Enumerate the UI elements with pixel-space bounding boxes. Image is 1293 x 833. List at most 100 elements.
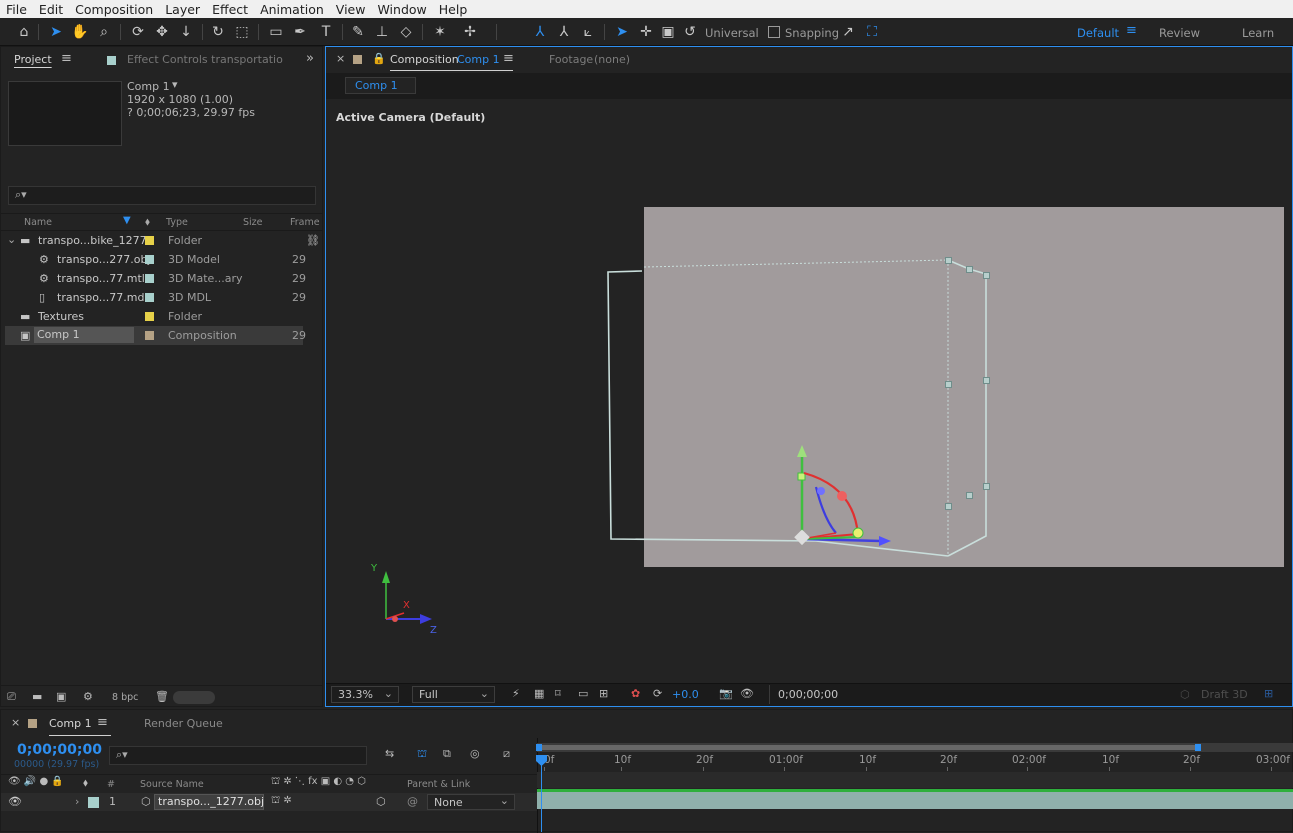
av-features-icons[interactable]: 👁 🔊 ● 🔒 — [8, 776, 64, 787]
comp-panel-menu-icon[interactable]: ≡ — [503, 51, 514, 66]
graph-editor-icon[interactable]: ⧄ — [503, 747, 510, 761]
panel-menu-icon[interactable]: ≡ — [61, 51, 72, 66]
timeline-search-input[interactable]: ⌕▾ — [109, 746, 367, 765]
project-item[interactable]: ⚙ transpo...277.obj 3D Model 29 — [5, 250, 306, 269]
layer-expand-icon[interactable]: › — [75, 795, 79, 808]
workspace-menu-icon[interactable]: ≡ — [1126, 23, 1137, 38]
brush-tool-icon[interactable]: ✎ — [348, 22, 368, 42]
pan-camera-icon[interactable]: ✥ — [152, 22, 172, 42]
tab-footage[interactable]: Footage — [549, 53, 593, 66]
project-item[interactable]: › ▬ Textures Folder — [5, 307, 303, 326]
puppet-tool-icon[interactable]: ✢ — [460, 22, 480, 42]
hand-tool-icon[interactable]: ✋ — [70, 22, 90, 42]
snapping-label[interactable]: Snapping — [785, 26, 839, 40]
label-swatch[interactable] — [145, 312, 154, 321]
label-swatch[interactable] — [145, 331, 154, 340]
work-area-range[interactable] — [540, 745, 1198, 750]
label-column-icon[interactable]: ⬧ — [145, 215, 150, 229]
work-area-end-handle[interactable] — [1195, 744, 1201, 751]
view-axis-icon[interactable]: ⟀ — [578, 22, 598, 42]
project-search-input[interactable]: ⌕▾ — [8, 186, 316, 205]
layer-visibility-icon[interactable]: 👁 — [8, 795, 22, 808]
new-folder-icon[interactable]: ▬ — [32, 690, 42, 703]
new-comp-icon[interactable]: ▣ — [56, 690, 66, 703]
sort-arrow-icon[interactable]: ▼ — [123, 215, 131, 226]
label-swatch[interactable] — [145, 274, 154, 283]
menu-animation[interactable]: Animation — [254, 2, 330, 17]
close-tab-icon[interactable]: × — [336, 52, 345, 65]
snapshot-icon[interactable]: 📷 — [719, 687, 733, 700]
snap-feature-icon[interactable]: ↗ — [838, 22, 858, 42]
col-name[interactable]: Name — [24, 217, 52, 228]
snapping-checkbox[interactable] — [768, 26, 780, 38]
local-axis-icon[interactable]: ⅄ — [530, 22, 550, 42]
workspace-review[interactable]: Review — [1159, 26, 1200, 40]
draft-3d-icon[interactable]: ⬡ — [1180, 688, 1190, 701]
menu-composition[interactable]: Composition — [69, 2, 159, 17]
tab-composition[interactable]: Composition — [390, 53, 459, 66]
orbit-camera-icon[interactable]: ⟳ — [128, 22, 148, 42]
tab-render-queue[interactable]: Render Queue — [144, 717, 223, 730]
mask-visibility-icon[interactable]: ⌑ — [555, 687, 561, 700]
fast-previews-icon[interactable]: ⚡ — [512, 687, 520, 700]
col-source-name[interactable]: Source Name — [140, 779, 204, 790]
project-item-name[interactable]: Textures — [38, 310, 84, 323]
3d-ground-plane-icon[interactable]: ⊞ — [1264, 687, 1273, 700]
type-tool-icon[interactable]: T — [316, 22, 336, 42]
label-column-icon[interactable]: ⬧ — [83, 776, 88, 790]
thumbnail-scroll[interactable] — [173, 691, 215, 704]
playhead-line[interactable] — [541, 757, 542, 832]
show-snapshot-icon[interactable]: 👁 — [740, 687, 754, 700]
col-size[interactable]: Size — [243, 217, 263, 228]
panel-overflow-icon[interactable]: » — [306, 51, 314, 66]
tab-effect-controls[interactable]: Effect Controls transportation_b — [127, 53, 283, 66]
scale-gizmo-icon[interactable]: ▣ — [658, 22, 678, 42]
lock-icon[interactable]: 🔒 — [372, 52, 386, 65]
home-icon[interactable]: ⌂ — [14, 22, 34, 42]
rotation-tool-icon[interactable]: ↻ — [208, 22, 228, 42]
chevron-down-icon[interactable]: ⌄ — [7, 233, 16, 246]
tab-composition-name[interactable]: Comp 1 — [457, 53, 500, 66]
label-swatch[interactable] — [145, 293, 154, 302]
menu-file[interactable]: File — [0, 2, 33, 17]
label-swatch[interactable] — [145, 236, 154, 245]
grid-guides-icon[interactable]: ⊞ — [599, 687, 608, 700]
layer-shy-icon[interactable]: ⛫ ✲ — [271, 795, 292, 808]
workspace-default[interactable]: Default — [1077, 26, 1119, 40]
project-item-name[interactable]: transpo...77.mtl — [57, 272, 145, 285]
move-gizmo-icon[interactable]: ✛ — [636, 22, 656, 42]
rectangle-tool-icon[interactable]: ▭ — [266, 22, 286, 42]
delete-icon[interactable]: 🗑 — [155, 690, 169, 703]
close-timeline-tab-icon[interactable]: × — [11, 716, 20, 729]
col-frame-rate[interactable]: Frame R — [290, 217, 322, 228]
tab-timeline-comp[interactable]: Comp 1 — [49, 717, 92, 730]
comp-navigator-chip[interactable]: Comp 1 — [345, 77, 416, 94]
transparency-grid-icon[interactable]: ▦ — [534, 687, 544, 700]
comp-info-name[interactable]: Comp 1 — [127, 80, 170, 93]
layer-3d-switch-icon[interactable]: ⬡ — [376, 795, 386, 808]
draft-3d-toggle-icon[interactable]: ⛫ — [417, 747, 427, 762]
menu-view[interactable]: View — [330, 2, 372, 17]
dolly-camera-icon[interactable]: ↓ — [176, 22, 196, 42]
current-time-display[interactable]: 0;00;00;00 — [17, 742, 102, 758]
rotate-gizmo-icon[interactable]: ↺ — [680, 22, 700, 42]
eraser-tool-icon[interactable]: ◇ — [396, 22, 416, 42]
selection-tool-icon[interactable]: ➤ — [46, 22, 66, 42]
timeline-menu-icon[interactable]: ≡ — [97, 715, 108, 730]
color-channels-icon[interactable]: ✿ — [631, 687, 640, 700]
project-item-name[interactable]: transpo...277.obj — [57, 253, 151, 266]
col-parent-link[interactable]: Parent & Link — [407, 779, 470, 790]
exposure-value[interactable]: +0.0 — [672, 688, 699, 701]
tab-project[interactable]: Project — [14, 53, 52, 66]
resolution-select[interactable]: Full ⌄ — [412, 686, 495, 703]
project-item[interactable]: ▣ Comp 1 Composition 29 — [5, 326, 306, 345]
interpret-footage-icon[interactable]: ⎚ — [7, 690, 16, 704]
pen-tool-icon[interactable]: ✒ — [290, 22, 310, 42]
world-axis-icon[interactable]: ⅄ — [554, 22, 574, 42]
col-type[interactable]: Type — [166, 217, 188, 228]
layer-label-swatch[interactable] — [88, 797, 99, 808]
switches-icons[interactable]: ⛫ ✲ ⋱ fx ▣ ◐ ◔ ⬡ — [271, 776, 366, 789]
workspace-learn[interactable]: Learn — [1242, 26, 1274, 40]
pickwhip-icon[interactable]: @ — [407, 795, 418, 808]
menu-edit[interactable]: Edit — [33, 2, 69, 17]
